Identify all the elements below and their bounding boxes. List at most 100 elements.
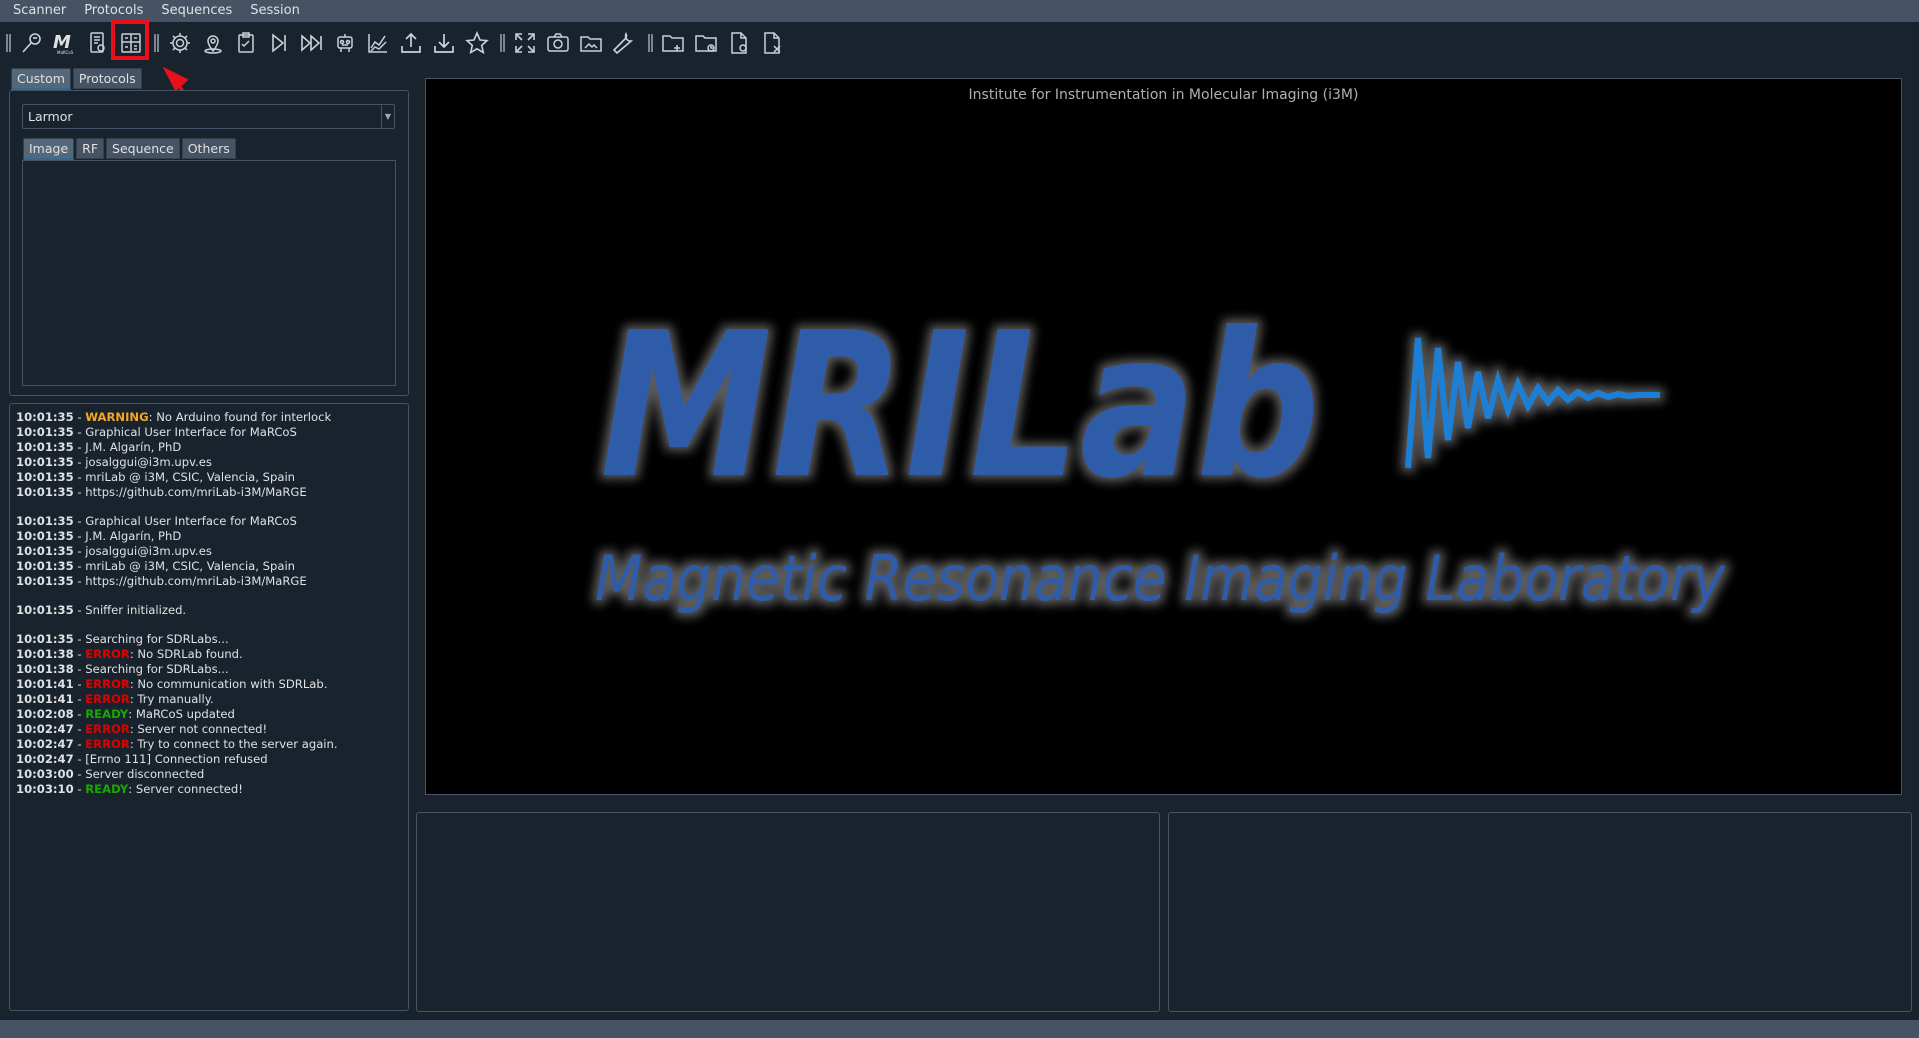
chart-icon[interactable] bbox=[365, 30, 391, 56]
log-timestamp: 10:03:00 bbox=[16, 767, 74, 781]
log-separator: - bbox=[73, 529, 86, 543]
clipboard-icon[interactable] bbox=[233, 30, 259, 56]
log-separator: - bbox=[73, 425, 86, 439]
star-icon[interactable] bbox=[464, 30, 490, 56]
log-separator: - bbox=[73, 544, 86, 558]
menu-scanner[interactable]: Scanner bbox=[7, 0, 72, 22]
log-message: : MaRCoS updated bbox=[128, 707, 235, 721]
log-separator: - bbox=[73, 455, 86, 469]
log-level-err: ERROR bbox=[85, 722, 130, 736]
highlight-box bbox=[111, 20, 149, 60]
log-message: : No communication with SDRLab. bbox=[129, 677, 328, 691]
plot-panel-right[interactable] bbox=[1168, 812, 1912, 1012]
log-line: 10:01:35 - https://github.com/mriLab-i3M… bbox=[16, 485, 406, 500]
open-folder-icon[interactable] bbox=[693, 30, 719, 56]
log-line: 10:01:35 - Graphical User Interface for … bbox=[16, 514, 406, 529]
camera-icon[interactable] bbox=[545, 30, 571, 56]
upload-icon[interactable] bbox=[398, 30, 424, 56]
log-line: 10:01:41 - ERROR: No communication with … bbox=[16, 677, 406, 692]
log-separator: - bbox=[73, 662, 86, 676]
parameters-area[interactable] bbox=[22, 160, 396, 386]
tab-protocols[interactable]: Protocols bbox=[72, 68, 142, 89]
menu-protocols[interactable]: Protocols bbox=[78, 0, 149, 22]
log-message: : Server connected! bbox=[128, 782, 243, 796]
fid-wave bbox=[1405, 337, 1660, 469]
log-timestamp: 10:01:35 bbox=[16, 603, 74, 617]
log-timestamp: 10:01:38 bbox=[16, 647, 74, 661]
sequence-select[interactable]: Larmor ▼ bbox=[22, 104, 395, 129]
log-separator: - bbox=[73, 514, 86, 528]
image-folder-icon[interactable] bbox=[578, 30, 604, 56]
log-timestamp: 10:01:35 bbox=[16, 574, 74, 588]
toolbar-separator[interactable] bbox=[500, 34, 505, 52]
tab-rf[interactable]: RF bbox=[76, 138, 105, 159]
log-gap bbox=[16, 589, 406, 603]
log-message: josalggui@i3m.upv.es bbox=[85, 455, 212, 469]
settings-icon[interactable] bbox=[167, 30, 193, 56]
magnifier-icon[interactable] bbox=[19, 30, 45, 56]
log-timestamp: 10:01:35 bbox=[16, 410, 74, 424]
download-icon[interactable] bbox=[431, 30, 457, 56]
file-icon[interactable] bbox=[726, 30, 752, 56]
log-message: Graphical User Interface for MaRCoS bbox=[85, 514, 297, 528]
robot-icon[interactable] bbox=[332, 30, 358, 56]
plot-panel-left[interactable] bbox=[416, 812, 1160, 1012]
log-level-err: ERROR bbox=[85, 692, 130, 706]
fullscreen-icon[interactable] bbox=[512, 30, 538, 56]
new-folder-icon[interactable] bbox=[660, 30, 686, 56]
tab-image[interactable]: Image bbox=[23, 138, 75, 160]
log-timestamp: 10:01:35 bbox=[16, 514, 74, 528]
log-level-ready: READY bbox=[85, 782, 129, 796]
log-timestamp: 10:01:35 bbox=[16, 455, 74, 469]
log-message: Graphical User Interface for MaRCoS bbox=[85, 425, 297, 439]
toolbar-separator[interactable] bbox=[6, 34, 11, 52]
log-timestamp: 10:01:41 bbox=[16, 677, 74, 691]
log-line: 10:01:35 - Sniffer initialized. bbox=[16, 603, 406, 618]
close-file-icon[interactable] bbox=[759, 30, 785, 56]
log-separator: - bbox=[73, 782, 86, 796]
log-line: 10:02:47 - [Errno 111] Connection refuse… bbox=[16, 752, 406, 767]
log-message: : Try to connect to the server again. bbox=[129, 737, 338, 751]
toolbar-separator[interactable] bbox=[154, 34, 159, 52]
log-message: Searching for SDRLabs... bbox=[85, 662, 229, 676]
log-message: Server disconnected bbox=[85, 767, 205, 781]
log-message: Searching for SDRLabs... bbox=[85, 632, 229, 646]
step-forward-icon[interactable] bbox=[266, 30, 292, 56]
log-line: 10:01:35 - J.M. Algarín, PhD bbox=[16, 440, 406, 455]
log-line: 10:01:35 - mriLab @ i3M, CSIC, Valencia,… bbox=[16, 470, 406, 485]
log-timestamp: 10:01:35 bbox=[16, 559, 74, 573]
marcos-logo-icon[interactable]: M MaRCoS bbox=[51, 30, 77, 56]
log-line: 10:03:00 - Server disconnected bbox=[16, 767, 406, 782]
scanner-file-icon[interactable] bbox=[85, 30, 111, 56]
log-message: josalggui@i3m.upv.es bbox=[85, 544, 212, 558]
menu-session[interactable]: Session bbox=[244, 0, 306, 22]
log-separator: - bbox=[73, 677, 86, 691]
fast-forward-icon[interactable] bbox=[299, 30, 325, 56]
log-line: 10:02:47 - ERROR: Server not connected! bbox=[16, 722, 406, 737]
log-separator: - bbox=[73, 632, 86, 646]
log-timestamp: 10:01:35 bbox=[16, 470, 74, 484]
menu-sequences[interactable]: Sequences bbox=[155, 0, 238, 22]
mrilab-logo: MRILab Magnetic Resonance Imaging Labora… bbox=[595, 290, 1726, 615]
log-message: mriLab @ i3M, CSIC, Valencia, Spain bbox=[85, 470, 296, 484]
log-timestamp: 10:01:35 bbox=[16, 529, 74, 543]
left-tabbar: Custom Protocols bbox=[11, 68, 142, 90]
tab-others[interactable]: Others bbox=[181, 138, 236, 159]
tab-custom[interactable]: Custom bbox=[11, 68, 71, 90]
tab-sequence[interactable]: Sequence bbox=[106, 138, 180, 159]
viewer-title: Institute for Instrumentation in Molecul… bbox=[968, 87, 1359, 103]
map-pin-icon[interactable] bbox=[200, 30, 226, 56]
log-line: 10:01:35 - josalggui@i3m.upv.es bbox=[16, 544, 406, 559]
menu-bar: Scanner Protocols Sequences Session bbox=[0, 0, 1919, 22]
wrench-icon[interactable] bbox=[611, 30, 637, 56]
toolbar-separator[interactable] bbox=[648, 34, 653, 52]
log-line: 10:01:38 - ERROR: No SDRLab found. bbox=[16, 647, 406, 662]
chevron-down-icon[interactable]: ▼ bbox=[381, 105, 394, 128]
log-line: 10:01:35 - J.M. Algarín, PhD bbox=[16, 529, 406, 544]
log-line: 10:01:38 - Searching for SDRLabs... bbox=[16, 662, 406, 677]
log-line: 10:01:35 - Searching for SDRLabs... bbox=[16, 632, 406, 647]
log-timestamp: 10:01:35 bbox=[16, 425, 74, 439]
log-message: : Try manually. bbox=[129, 692, 214, 706]
log-line: 10:01:35 - WARNING: No Arduino found for… bbox=[16, 410, 406, 425]
log-gap bbox=[16, 500, 406, 514]
